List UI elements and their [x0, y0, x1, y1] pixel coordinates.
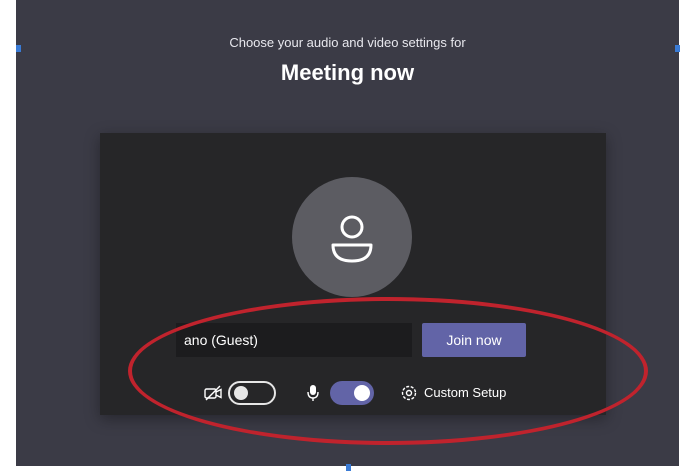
avatar — [292, 177, 412, 297]
selection-handle — [16, 45, 21, 52]
microphone-icon — [306, 381, 320, 405]
video-preview-panel: Join now Custom — [100, 133, 606, 415]
microphone-toggle[interactable] — [330, 381, 374, 405]
meeting-title: Meeting now — [280, 60, 415, 85]
camera-off-icon — [204, 381, 224, 405]
selection-handle — [346, 464, 351, 471]
guest-name-input[interactable] — [176, 323, 412, 357]
join-now-button[interactable]: Join now — [422, 323, 526, 357]
custom-setup-link[interactable]: Custom Setup — [424, 381, 506, 405]
selection-handle — [675, 45, 680, 52]
settings-subtitle: Choose your audio and video settings for — [229, 35, 466, 50]
toggle-knob — [234, 386, 248, 400]
toggle-knob — [354, 385, 370, 401]
meeting-prejoin-screen: Choose your audio and video settings for… — [16, 0, 679, 466]
gear-icon[interactable] — [400, 381, 420, 405]
camera-toggle[interactable] — [228, 381, 276, 405]
person-icon — [331, 215, 373, 263]
